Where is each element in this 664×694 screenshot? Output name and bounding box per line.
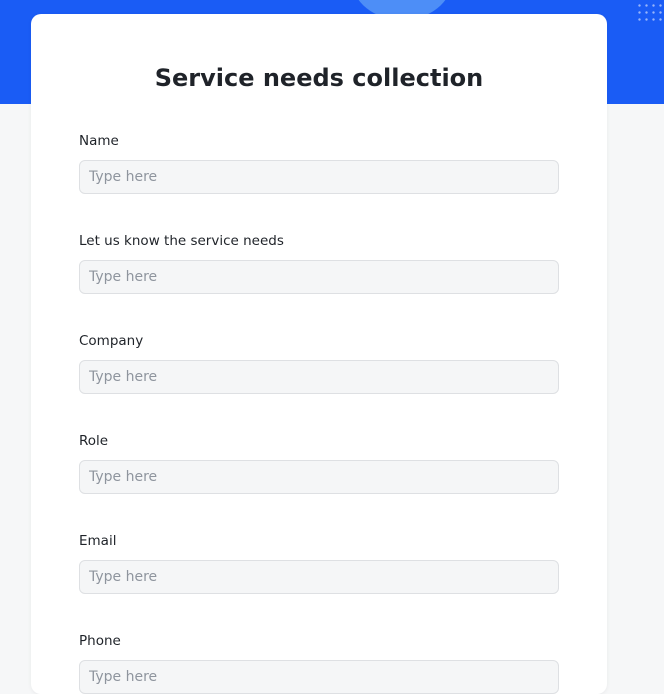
field-label-role: Role [79, 433, 109, 449]
service-needs-input[interactable] [79, 260, 559, 294]
email-input[interactable] [79, 560, 559, 594]
field-role: Role [79, 432, 559, 494]
company-input[interactable] [79, 360, 559, 394]
field-company: Company [79, 332, 559, 394]
field-label-company: Company [79, 333, 144, 349]
form-title: Service needs collection [154, 64, 484, 92]
field-label-phone: Phone [79, 633, 121, 649]
field-label-email: Email [79, 533, 117, 549]
role-input[interactable] [79, 460, 559, 494]
field-label-service-needs: Let us know the service needs [79, 233, 284, 249]
field-email: Email [79, 532, 559, 594]
form-card: Service needs collection Name Let us kno… [31, 14, 607, 694]
field-service-needs: Let us know the service needs [79, 232, 559, 294]
banner-dot-pattern [636, 2, 664, 24]
phone-input[interactable] [79, 660, 559, 694]
name-input[interactable] [79, 160, 559, 194]
field-name: Name [79, 132, 559, 194]
field-label-name: Name [79, 133, 119, 149]
field-phone: Phone [79, 632, 559, 694]
